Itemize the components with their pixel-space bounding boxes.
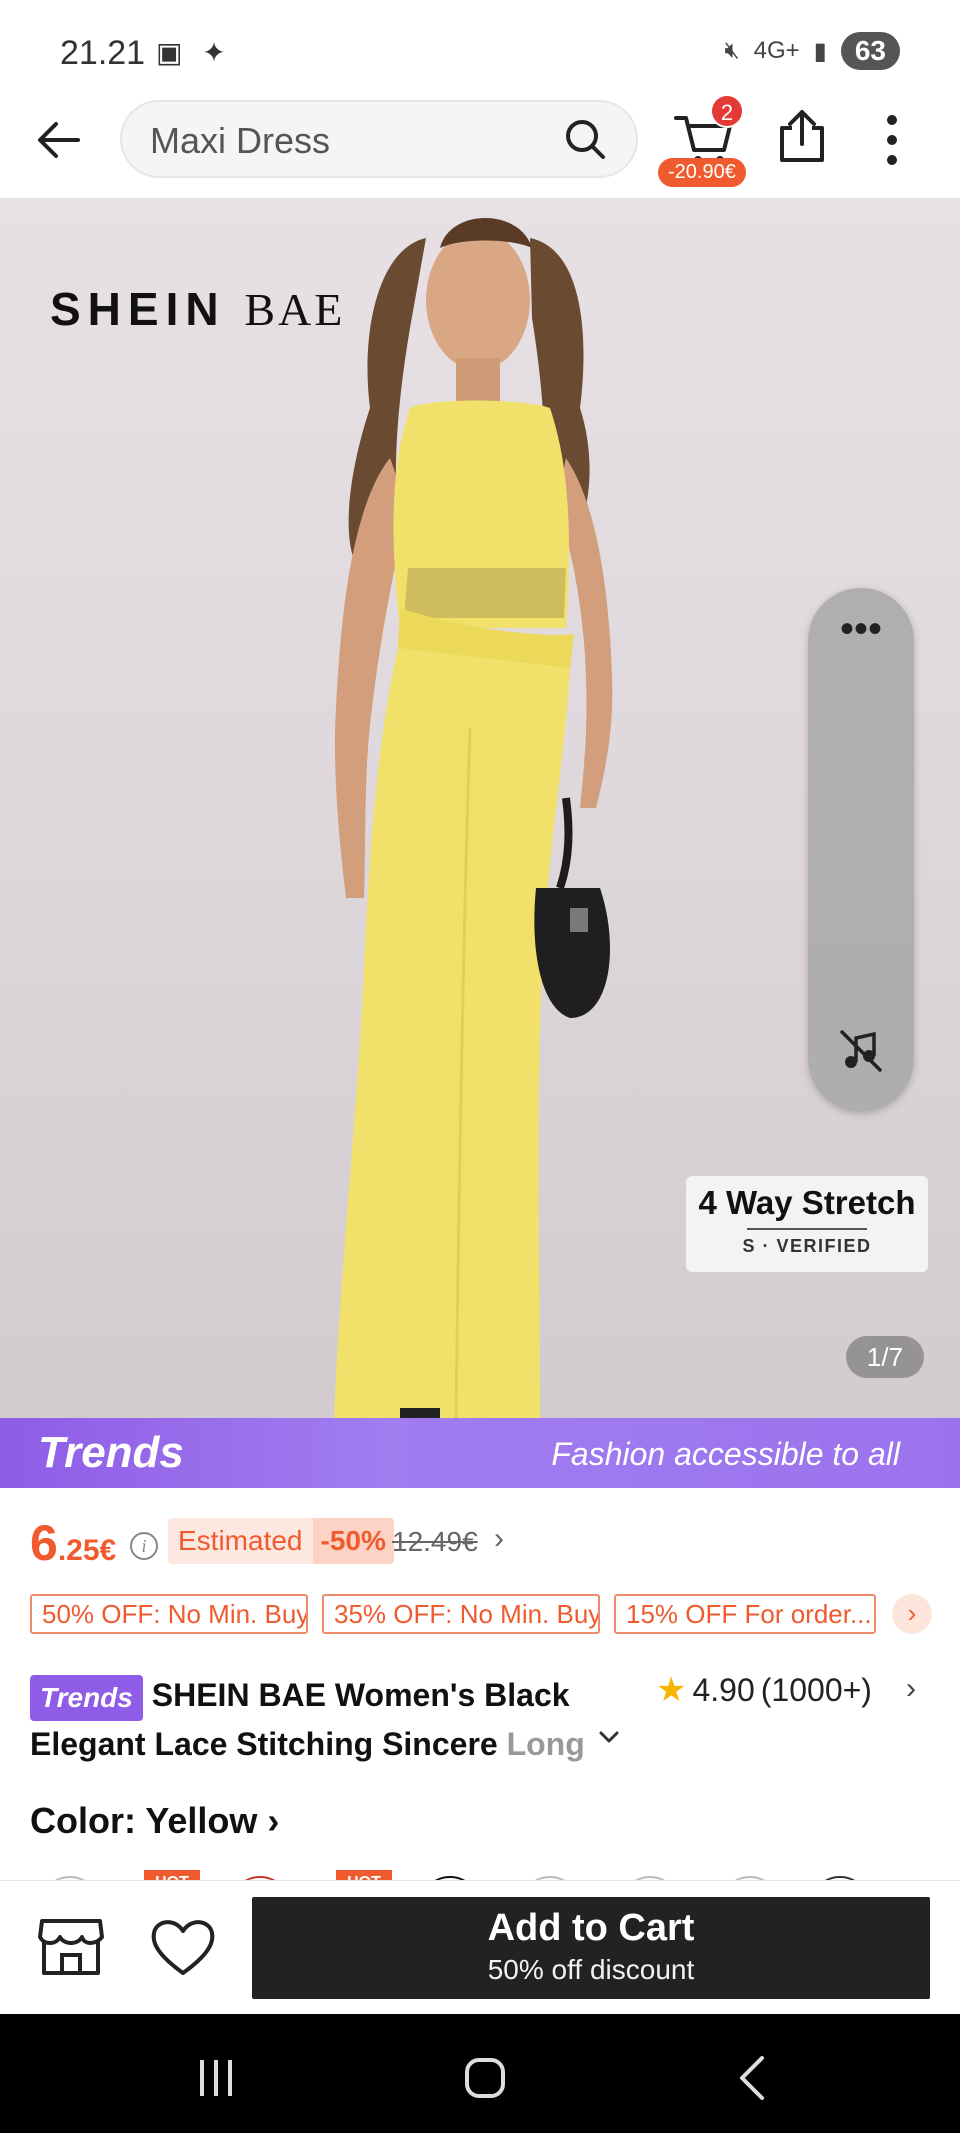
price-info-icon[interactable]: i [130,1532,158,1560]
back-arrow-icon[interactable] [30,110,90,170]
battery-level: 63 [840,32,900,70]
add-to-cart-label: Add to Cart [487,1907,695,1949]
product-image-gallery[interactable]: SHEIN BAE ••• 4 Way Stretch S · VERIFIED… [0,198,960,1418]
status-right-icons: 🔇︎ 4G+ ▮ 63 [724,32,900,70]
coupon-15-off[interactable]: 15% OFF For order... [614,1594,876,1634]
mute-music-icon[interactable] [838,1028,884,1074]
trends-logo: Trends [38,1428,184,1477]
rating-value: 4.90 [692,1671,755,1708]
current-price: 6.25€ [30,1515,117,1571]
coupon-row: 50% OFF: No Min. Buy 35% OFF: No Min. Bu… [30,1594,940,1634]
estimated-label: Estimated [168,1518,313,1564]
add-to-cart-discount: 50% off discount [487,1954,695,1985]
original-price: 12.49€ [392,1526,478,1557]
rating-chevron-icon[interactable]: › [906,1672,916,1706]
cart-count-badge: 2 [710,94,744,128]
discount-percent: -50% [312,1518,394,1564]
status-time: 21.21 [60,34,146,72]
stretch-verified-label: S · VERIFIED [742,1236,872,1256]
system-navigation-bar [0,2014,960,2133]
mute-status-icon: 🔇︎ [724,37,740,64]
color-selector-label[interactable]: Color: Yellow › [30,1800,279,1842]
system-back-icon[interactable] [724,2048,784,2108]
estimated-discount-tag: Estimated -50% [168,1518,394,1564]
price-row[interactable]: 6.25€ i Estimated -50% 12.49€ › [30,1508,930,1571]
search-icon[interactable] [562,116,608,162]
product-title-fade: Long [506,1725,585,1762]
search-bar[interactable]: Maxi Dress [120,100,638,178]
trends-tagline: Fashion accessible to all [551,1436,900,1472]
share-icon[interactable] [774,106,830,166]
star-icon: ★ [656,1671,687,1709]
product-title[interactable]: Trends SHEIN BAE Women's Black Elegant L… [30,1672,670,1767]
product-rating[interactable]: ★ 4.90 (1000+) [656,1670,872,1710]
store-icon[interactable] [36,1915,106,1979]
coupon-35-off[interactable]: 35% OFF: No Min. Buy [322,1594,600,1634]
network-label: 4G+ [753,37,800,64]
signal-icon: ▮ [813,37,827,65]
trends-banner[interactable]: Trends Fashion accessible to all [0,1418,960,1488]
chevron-right-icon[interactable]: › [494,1522,504,1556]
stretch-title: 4 Way Stretch [698,1184,916,1221]
rating-count: (1000+) [760,1671,872,1708]
top-nav: Maxi Dress 2 -20.90€ [0,94,960,198]
more-options-icon[interactable] [872,110,912,170]
cart-discount-badge: -20.90€ [658,158,746,187]
wishlist-heart-icon[interactable] [148,1915,218,1979]
search-input[interactable]: Maxi Dress [150,120,330,162]
expand-title-chevron-icon[interactable] [596,1724,622,1750]
stretch-verified-badge: 4 Way Stretch S · VERIFIED [686,1176,928,1272]
trends-chip: Trends [30,1674,143,1721]
stretch-divider [747,1228,867,1230]
model-in-yellow-dress-image [334,218,613,1418]
coupons-more-arrow-icon[interactable]: › [892,1594,932,1634]
video-control-panel[interactable]: ••• [808,588,914,1112]
image-counter: 1/7 [846,1336,924,1378]
coupon-50-off[interactable]: 50% OFF: No Min. Buy [30,1594,308,1634]
status-notification-icons: ▣ ✦ [156,37,232,68]
status-bar: 21.21 ▣ ✦ 🔇︎ 4G+ ▮ 63 [0,0,960,100]
bottom-action-bar: Add to Cart 50% off discount [0,1880,960,2014]
home-icon[interactable] [455,2048,515,2108]
add-to-cart-button[interactable]: Add to Cart 50% off discount [252,1897,930,1999]
recent-apps-icon[interactable] [186,2048,246,2108]
video-more-icon[interactable]: ••• [808,609,914,649]
